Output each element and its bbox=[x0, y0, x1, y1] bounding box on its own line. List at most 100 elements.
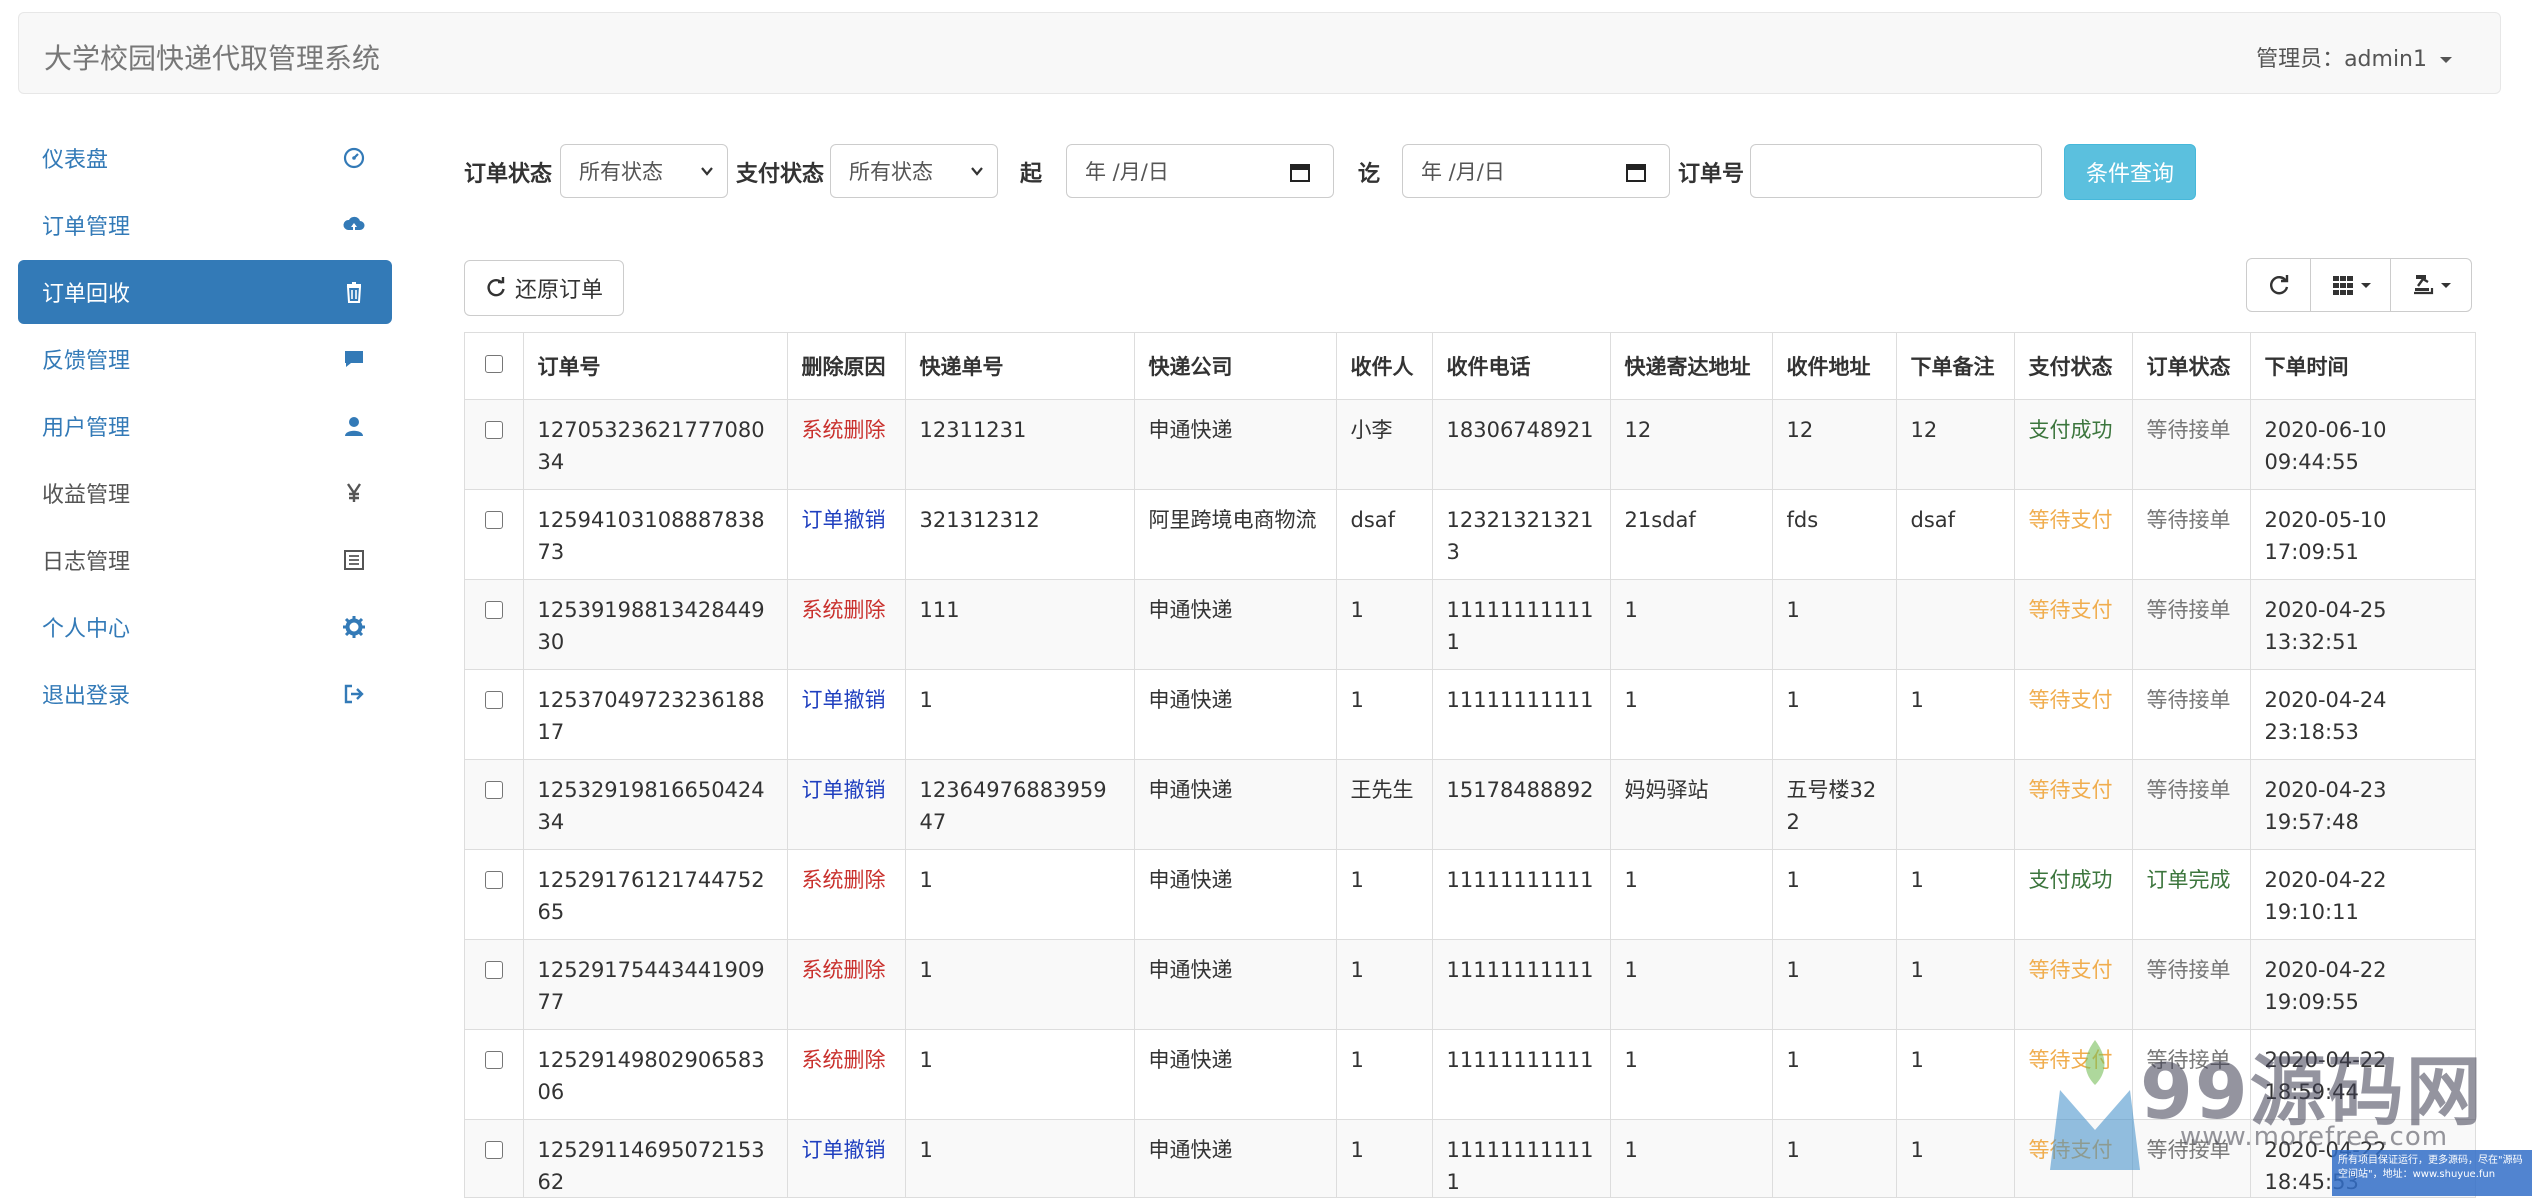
select-all-checkbox[interactable] bbox=[484, 354, 503, 373]
courier-company-cell: 申通快递 bbox=[1134, 669, 1337, 760]
sidebar-item-feedback[interactable]: 反馈管理 bbox=[18, 327, 392, 391]
order-status-select[interactable]: 所有状态 bbox=[560, 144, 728, 198]
phone-cell: 18306748921 bbox=[1432, 399, 1611, 490]
row-checkbox[interactable] bbox=[484, 690, 503, 709]
top-navbar: 大学校园快递代取管理系统 管理员：admin1 bbox=[18, 12, 2501, 94]
column-header[interactable]: 下单备注 bbox=[1896, 333, 2015, 400]
column-header[interactable]: 支付状态 bbox=[2014, 333, 2133, 400]
table-row[interactable]: 1252914980290658306 系统删除 1 申通快递 1 11111111111… bbox=[465, 1029, 2475, 1120]
order-time-cell: 2020-04-22 18:59:44 bbox=[2250, 1029, 2475, 1120]
export-button[interactable] bbox=[2391, 259, 2471, 311]
order-date: 2020-04-25 bbox=[2264, 597, 2387, 622]
table-row[interactable]: 1253704972323618817 订单撤销 1 申通快递 1 11111111111… bbox=[465, 669, 2475, 760]
table-row[interactable]: 1252917544344190977 系统删除 1 申通快递 1 11111111111… bbox=[465, 939, 2475, 1030]
row-checkbox[interactable] bbox=[484, 870, 503, 889]
row-checkbox[interactable] bbox=[484, 960, 503, 979]
calendar-icon[interactable] bbox=[1289, 161, 1311, 183]
column-header[interactable]: 订单状态 bbox=[2132, 333, 2251, 400]
phone-cell: 15178488892 bbox=[1432, 759, 1611, 850]
row-checkbox[interactable] bbox=[484, 420, 503, 439]
column-header[interactable]: 收件电话 bbox=[1432, 333, 1611, 400]
column-header[interactable]: 删除原因 bbox=[787, 333, 906, 400]
phone-cell: 11111111111 bbox=[1432, 849, 1611, 940]
order-status-cell: 等待接单 bbox=[2132, 1119, 2251, 1197]
phone-cell: 123213213213 bbox=[1432, 489, 1611, 580]
tracking-no-cell: 12311231 bbox=[905, 399, 1135, 490]
row-checkbox[interactable] bbox=[484, 600, 503, 619]
delete-reason-cell: 订单撤销 bbox=[787, 669, 906, 760]
column-header[interactable]: 订单号 bbox=[523, 333, 788, 400]
row-select-cell bbox=[465, 489, 524, 580]
table-row[interactable]: 1252911469507215362 订单撤销 1 申通快递 1 11111111111… bbox=[465, 1119, 2475, 1197]
order-status-cell: 等待接单 bbox=[2132, 669, 2251, 760]
receive-address-cell: 12 bbox=[1772, 399, 1897, 490]
pay-status-cell: 等待支付 bbox=[2014, 759, 2133, 850]
tracking-no-cell: 1 bbox=[905, 849, 1135, 940]
receiver-cell: 1 bbox=[1336, 579, 1433, 670]
table-row[interactable]: 1253291981665042434 订单撤销 1236497688395947 申… bbox=[465, 759, 2475, 850]
order-time: 19:10:11 bbox=[2264, 899, 2359, 924]
column-header[interactable]: 下单时间 bbox=[2250, 333, 2475, 400]
chevron-down-icon bbox=[971, 167, 983, 176]
row-checkbox[interactable] bbox=[484, 1050, 503, 1069]
order-time: 18:59:44 bbox=[2264, 1079, 2359, 1104]
order-date: 2020-05-10 bbox=[2264, 507, 2387, 532]
sidebar: 仪表盘 订单管理 订单回收 反馈管理 用户管理 收益管理 日志管理 个人中心 退… bbox=[18, 126, 392, 729]
tracking-no-cell: 1236497688395947 bbox=[905, 759, 1135, 850]
redo-icon bbox=[487, 277, 505, 297]
sidebar-item-label: 反馈管理 bbox=[42, 349, 131, 374]
column-header[interactable]: 快递公司 bbox=[1134, 333, 1337, 400]
order-status-cell: 等待接单 bbox=[2132, 579, 2251, 670]
sidebar-item-logs[interactable]: 日志管理 bbox=[18, 528, 392, 592]
remark-cell: 1 bbox=[1896, 849, 2015, 940]
sidebar-item-users[interactable]: 用户管理 bbox=[18, 394, 392, 458]
remark-cell: 1 bbox=[1896, 939, 2015, 1030]
from-date-input[interactable]: 年 /月/日 bbox=[1066, 144, 1334, 198]
table-row[interactable]: 1252917612174475265 系统删除 1 申通快递 1 11111111111… bbox=[465, 849, 2475, 940]
refresh-button[interactable] bbox=[2247, 259, 2311, 311]
order-time-cell: 2020-05-10 17:09:51 bbox=[2250, 489, 2475, 580]
sidebar-item-profile[interactable]: 个人中心 bbox=[18, 595, 392, 659]
delivery-address-cell: 1 bbox=[1610, 669, 1773, 760]
sidebar-item-orders[interactable]: 订单管理 bbox=[18, 193, 392, 257]
sidebar-item-logout[interactable]: 退出登录 bbox=[18, 662, 392, 726]
table-header-row: 订单号 删除原因 快递单号 快递公司 收件人 收件电话 快递寄达地址 收件地址 … bbox=[465, 333, 2475, 400]
refresh-icon bbox=[2269, 275, 2288, 295]
row-select-cell bbox=[465, 849, 524, 940]
sidebar-item-revenue[interactable]: 收益管理 bbox=[18, 461, 392, 525]
column-header[interactable]: 收件人 bbox=[1336, 333, 1433, 400]
receiver-cell: 1 bbox=[1336, 939, 1433, 1030]
order-time-cell: 2020-04-25 13:32:51 bbox=[2250, 579, 2475, 670]
delivery-address-cell: 1 bbox=[1610, 1029, 1773, 1120]
delivery-address-cell: 妈妈驿站 bbox=[1610, 759, 1773, 850]
phone-cell: 11111111111 bbox=[1432, 669, 1611, 760]
app-title[interactable]: 大学校园快递代取管理系统 bbox=[44, 37, 380, 77]
restore-order-button[interactable]: 还原订单 bbox=[464, 260, 624, 316]
to-date-input[interactable]: 年 /月/日 bbox=[1402, 144, 1670, 198]
column-header[interactable]: 快递寄达地址 bbox=[1610, 333, 1773, 400]
row-checkbox[interactable] bbox=[484, 1140, 503, 1159]
receiver-cell: 1 bbox=[1336, 1029, 1433, 1120]
search-button[interactable]: 条件查询 bbox=[2064, 144, 2196, 200]
row-select-cell bbox=[465, 1029, 524, 1120]
admin-dropdown[interactable]: 管理员：admin1 bbox=[2256, 41, 2452, 73]
table-row[interactable]: 1259410310888783873 订单撤销 321312312 阿里跨境电商物流… bbox=[465, 489, 2475, 580]
pay-status-cell: 等待支付 bbox=[2014, 579, 2133, 670]
column-header[interactable]: 收件地址 bbox=[1772, 333, 1897, 400]
sidebar-item-order-recycle[interactable]: 订单回收 bbox=[18, 260, 392, 324]
table-row[interactable]: 1253919881342844930 系统删除 111 申通快递 1 111111111… bbox=[465, 579, 2475, 670]
row-checkbox[interactable] bbox=[484, 510, 503, 529]
columns-button[interactable] bbox=[2311, 259, 2391, 311]
order-no-input[interactable] bbox=[1750, 144, 2042, 198]
restore-order-label: 还原订单 bbox=[514, 278, 603, 303]
order-status-cell: 等待接单 bbox=[2132, 1029, 2251, 1120]
column-header[interactable]: 快递单号 bbox=[905, 333, 1135, 400]
pay-status-select[interactable]: 所有状态 bbox=[830, 144, 998, 198]
order-no-cell: 1252911469507215362 bbox=[523, 1119, 788, 1197]
row-checkbox[interactable] bbox=[484, 780, 503, 799]
sidebar-item-dashboard[interactable]: 仪表盘 bbox=[18, 126, 392, 190]
receive-address-cell: 1 bbox=[1772, 669, 1897, 760]
delivery-address-cell: 1 bbox=[1610, 939, 1773, 1030]
table-row[interactable]: 1270532362177708034 系统删除 12311231 申通快递 小李 183… bbox=[465, 399, 2475, 490]
calendar-icon[interactable] bbox=[1625, 161, 1647, 183]
